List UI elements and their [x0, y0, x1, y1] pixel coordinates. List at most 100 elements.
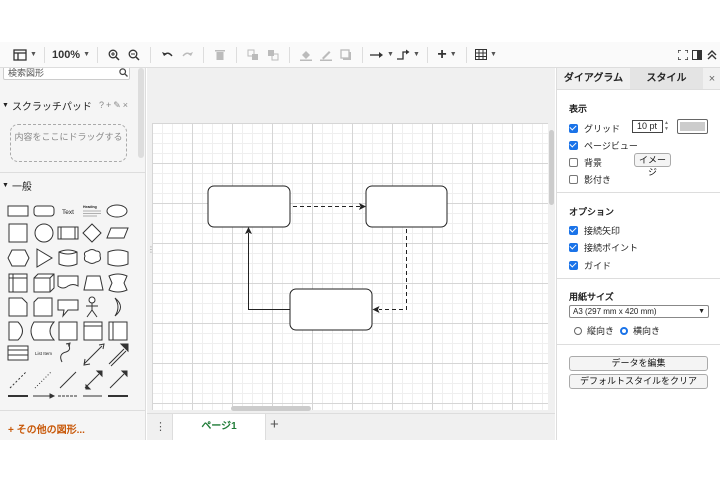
shape-crescent[interactable]: [114, 297, 121, 317]
to-front-button[interactable]: [243, 42, 263, 68]
shape-bidirectional-arrow[interactable]: [83, 345, 103, 365]
shape-callout[interactable]: [57, 299, 79, 318]
shape-frame[interactable]: [58, 321, 78, 341]
tab-style[interactable]: スタイル: [630, 68, 703, 90]
grid-toggle[interactable]: グリッド: [569, 122, 620, 135]
shape-document[interactable]: [57, 275, 79, 289]
process-box-3[interactable]: [289, 288, 373, 331]
sidebar-resize-handle[interactable]: ⋮: [147, 246, 155, 260]
portrait-option[interactable]: 縦向き: [574, 324, 614, 337]
shape-dotted-line[interactable]: [34, 371, 52, 389]
undo-button[interactable]: [157, 42, 177, 68]
shape-container[interactable]: [83, 321, 103, 341]
zoom-dropdown[interactable]: 100% ▼: [51, 42, 91, 68]
search-icon[interactable]: [119, 68, 128, 77]
shape-arrow[interactable]: [108, 348, 127, 367]
zoom-out-button[interactable]: [124, 42, 144, 68]
scratchpad-actions[interactable]: ?+✎×: [99, 100, 130, 111]
shape-square[interactable]: [8, 223, 28, 243]
clear-default-style-button[interactable]: デフォルトスタイルをクリア: [569, 374, 708, 389]
edit-data-button[interactable]: データを編集: [569, 356, 708, 371]
page-view-toggle[interactable]: ページビュー: [569, 139, 638, 152]
shape-hexagon[interactable]: [7, 249, 30, 267]
guides-checkbox[interactable]: [569, 261, 578, 270]
shape-rectangle[interactable]: [7, 205, 29, 217]
shadow-button[interactable]: [336, 42, 356, 68]
shape-heading-text[interactable]: Heading: [83, 205, 101, 217]
waypoints-button[interactable]: ▼: [395, 42, 421, 68]
table-button[interactable]: ▼: [473, 42, 499, 68]
shape-actor[interactable]: [86, 296, 98, 318]
shape-swimlane[interactable]: [108, 321, 128, 341]
fullscreen-button[interactable]: [676, 42, 690, 68]
shadow-checkbox[interactable]: [569, 175, 578, 184]
shape-parallelogram[interactable]: [106, 227, 129, 239]
shape-list[interactable]: [7, 345, 29, 361]
collapse-toolbar-button[interactable]: [704, 42, 720, 68]
canvas-horizontal-scrollbar[interactable]: [231, 406, 311, 411]
shape-stored-data[interactable]: [30, 321, 56, 341]
connector-2-to-3[interactable]: [379, 229, 407, 310]
shape-delay[interactable]: [8, 321, 23, 341]
view-panels-button[interactable]: ▼: [12, 42, 38, 68]
background-toggle[interactable]: 背景: [569, 156, 602, 169]
connection-style-button[interactable]: ▼: [369, 42, 395, 68]
shape-diamond[interactable]: [82, 223, 102, 243]
shape-card[interactable]: [33, 297, 53, 317]
shape-tape[interactable]: [107, 249, 129, 267]
shape-cylinder[interactable]: [58, 249, 78, 267]
shape-triangle[interactable]: [36, 248, 53, 268]
tab-diagram[interactable]: ダイアグラム: [557, 68, 630, 90]
shape-note[interactable]: [8, 297, 28, 317]
grid-size-input[interactable]: 10 pt: [632, 120, 663, 133]
connection-arrows-toggle[interactable]: 接続矢印: [569, 224, 620, 237]
guides-toggle[interactable]: ガイド: [569, 259, 611, 272]
process-box-2[interactable]: [365, 185, 448, 228]
process-box-1[interactable]: [207, 185, 291, 228]
shape-punched-tape[interactable]: [108, 273, 128, 293]
grid-color-button[interactable]: [677, 119, 708, 134]
background-checkbox[interactable]: [569, 158, 578, 167]
page-view-checkbox[interactable]: [569, 141, 578, 150]
connection-arrows-checkbox[interactable]: [569, 226, 578, 235]
connection-points-toggle[interactable]: 接続ポイント: [569, 241, 638, 254]
scratchpad-header[interactable]: ▼ スクラッチパッド ?+✎×: [2, 98, 130, 113]
add-page-button[interactable]: +: [270, 416, 279, 433]
landscape-radio[interactable]: [620, 326, 628, 335]
general-section-header[interactable]: ▼ 一般: [2, 178, 32, 193]
shape-dashed-line[interactable]: [9, 371, 27, 389]
to-back-button[interactable]: [263, 42, 283, 68]
shape-ellipse[interactable]: [106, 204, 128, 218]
shape-trapezoid[interactable]: [83, 275, 104, 291]
portrait-radio[interactable]: [574, 326, 582, 335]
grid-size-stepper[interactable]: ▲ ▼: [663, 120, 670, 133]
landscape-option[interactable]: 横向き: [620, 324, 660, 337]
shape-circle[interactable]: [34, 223, 54, 243]
line-color-button[interactable]: [316, 42, 336, 68]
sidebar-scrollbar[interactable]: [138, 68, 144, 158]
close-panel-button[interactable]: ×: [703, 68, 720, 90]
shape-line[interactable]: [59, 371, 77, 389]
more-shapes-link[interactable]: + その他の図形...: [8, 421, 85, 436]
shape-connector[interactable]: [109, 373, 125, 389]
background-image-button[interactable]: イメージ: [634, 153, 671, 177]
connector-3-to-1[interactable]: [248, 233, 291, 310]
redo-button[interactable]: [177, 42, 197, 68]
scratchpad-dropzone[interactable]: 内容をここにドラッグする: [10, 124, 127, 162]
insert-button[interactable]: + ▼: [434, 42, 460, 68]
tab-page-1[interactable]: ページ1: [172, 414, 266, 440]
fill-color-button[interactable]: [296, 42, 316, 68]
shape-search-input[interactable]: 検索図形: [3, 68, 130, 80]
paper-size-select[interactable]: A3 (297 mm x 420 mm) ▼: [569, 305, 709, 318]
shape-cloud[interactable]: [83, 249, 101, 264]
grid-checkbox[interactable]: [569, 124, 578, 133]
shape-list-item[interactable]: List Item: [35, 351, 52, 356]
zoom-in-button[interactable]: [104, 42, 124, 68]
canvas-vertical-scrollbar[interactable]: [549, 130, 554, 205]
page-menu-icon[interactable]: ⋮: [155, 420, 166, 433]
format-panel-toggle-button[interactable]: [690, 42, 704, 68]
delete-button[interactable]: [210, 42, 230, 68]
connection-points-checkbox[interactable]: [569, 243, 578, 252]
shape-internal-storage[interactable]: [8, 273, 28, 293]
shape-curve[interactable]: [60, 343, 71, 363]
